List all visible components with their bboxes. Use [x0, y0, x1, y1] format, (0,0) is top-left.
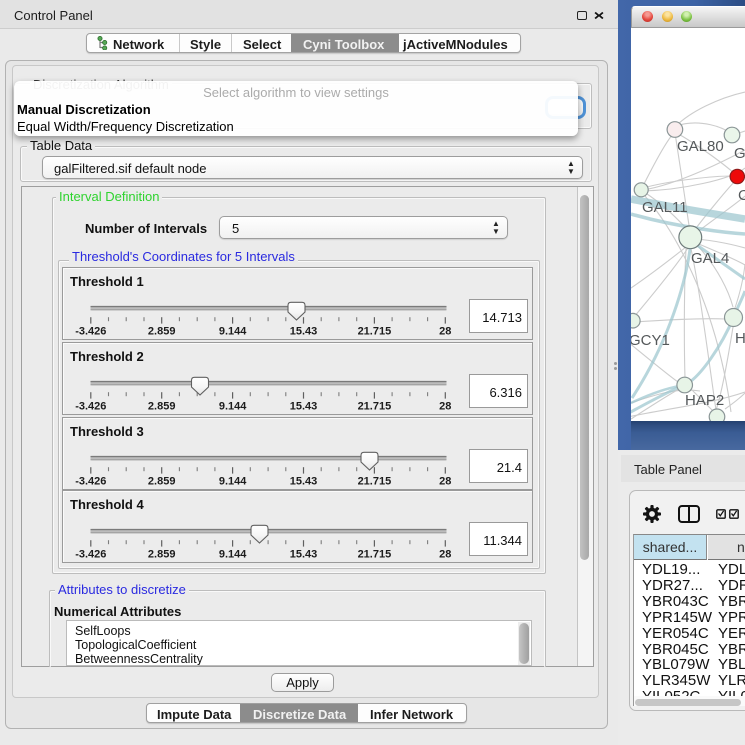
svg-text:GCY1: GCY1 [631, 332, 670, 349]
svg-text:2.859: 2.859 [148, 549, 176, 561]
svg-text:-3.426: -3.426 [75, 326, 106, 338]
svg-text:-3.426: -3.426 [75, 549, 106, 561]
svg-text:HAP2: HAP2 [685, 392, 724, 409]
svg-text:2.859: 2.859 [148, 326, 176, 338]
svg-text:-3.426: -3.426 [75, 476, 106, 488]
svg-text:9.144: 9.144 [219, 476, 247, 488]
svg-text:GAL11: GAL11 [642, 199, 688, 216]
svg-text:21.715: 21.715 [358, 401, 392, 413]
svg-text:21.715: 21.715 [358, 326, 392, 338]
svg-text:GAL80: GAL80 [677, 138, 724, 155]
svg-text:28: 28 [439, 549, 451, 561]
svg-text:9.144: 9.144 [219, 326, 247, 338]
svg-text:21.715: 21.715 [358, 476, 392, 488]
svg-text:28: 28 [439, 326, 451, 338]
svg-text:GAL4: GAL4 [691, 250, 729, 267]
svg-text:28: 28 [439, 401, 451, 413]
svg-text:21.715: 21.715 [358, 549, 392, 561]
svg-text:15.43: 15.43 [290, 476, 318, 488]
svg-text:2.859: 2.859 [148, 401, 176, 413]
svg-text:C: C [738, 187, 745, 204]
svg-text:9.144: 9.144 [219, 549, 247, 561]
svg-text:9.144: 9.144 [219, 401, 247, 413]
svg-text:H: H [735, 330, 745, 347]
svg-text:15.43: 15.43 [290, 326, 318, 338]
svg-text:28: 28 [439, 476, 451, 488]
svg-text:15.43: 15.43 [290, 401, 318, 413]
svg-text:-3.426: -3.426 [75, 401, 106, 413]
svg-text:15.43: 15.43 [290, 549, 318, 561]
svg-text:2.859: 2.859 [148, 476, 176, 488]
svg-text:G.: G. [734, 145, 745, 162]
